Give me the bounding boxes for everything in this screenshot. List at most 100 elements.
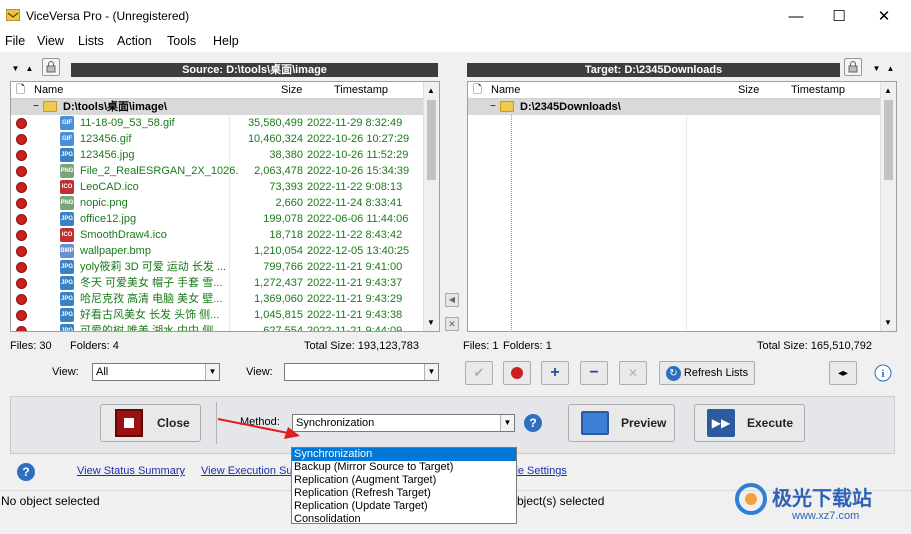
record-button[interactable] <box>503 361 531 385</box>
file-row[interactable]: BMP wallpaper.bmp 1,210,054 2022-12-05 13:4… <box>11 243 423 259</box>
profile-settings-link[interactable]: ile Settings <box>513 465 567 477</box>
close-button[interactable]: Close <box>100 404 201 442</box>
method-dropdown-list[interactable]: Synchronization Backup (Mirror Source to… <box>291 447 517 526</box>
file-row[interactable]: ICO SmoothDraw4.ico 18,718 2022-11-22 8:43:… <box>11 227 423 243</box>
scroll-up-icon[interactable]: ▲ <box>884 86 892 95</box>
collapse-down-icon[interactable]: ▼ <box>10 63 21 74</box>
source-lock-button[interactable] <box>42 58 60 76</box>
target-lock-button[interactable] <box>844 58 862 76</box>
file-row[interactable]: GIF 11-18-09_53_58.gif 35,580,499 2022-11-2… <box>11 115 423 131</box>
method-value: Synchronization <box>296 417 375 429</box>
collapse-up-icon[interactable]: ▲ <box>24 63 35 74</box>
method-option[interactable]: Synchronization <box>292 448 516 461</box>
scroll-thumb[interactable] <box>427 100 436 180</box>
file-timestamp: 2022-11-21 9:43:29 <box>307 293 403 305</box>
source-view-select[interactable]: All ▼ <box>92 363 220 381</box>
delete-button[interactable]: ✕ <box>619 361 647 385</box>
folder-icon <box>43 101 57 112</box>
source-file-list[interactable]: 🗋 Name Size Timestamp − D:\tools\桌面\imag… <box>10 81 440 332</box>
info-icon[interactable]: i <box>874 364 892 382</box>
refresh-lists-button[interactable]: ↻ Refresh Lists <box>659 361 755 385</box>
chevron-down-icon: ▼ <box>500 415 514 431</box>
file-row[interactable]: GIF 123456.gif 10,460,324 2022-10-26 10:27:… <box>11 131 423 147</box>
collapse-down-icon[interactable]: ▼ <box>871 63 882 74</box>
preview-button[interactable]: Preview <box>568 404 675 442</box>
target-scrollbar[interactable]: ▲ ▼ <box>880 82 896 331</box>
copy-left-icon[interactable]: ◀ <box>445 293 459 307</box>
page-icon: 🗋 <box>473 84 482 96</box>
method-select[interactable]: Synchronization ▼ <box>292 414 515 432</box>
remove-button[interactable]: − <box>580 361 608 385</box>
column-name[interactable]: Name <box>491 82 520 98</box>
method-option[interactable]: Replication (Refresh Target) <box>292 487 516 500</box>
view-execution-summary-link[interactable]: View Execution Sum <box>201 465 302 477</box>
menu-view[interactable]: View <box>37 34 64 48</box>
file-row[interactable]: JPG 冬天 可爱美女 帽子 手套 雪... 1,272,437 2022-11-21… <box>11 275 423 291</box>
watermark-logo-icon <box>735 483 767 515</box>
menu-tools[interactable]: Tools <box>167 34 196 48</box>
target-view-select[interactable]: ▼ <box>284 363 439 381</box>
collapse-tree-icon[interactable]: − <box>490 99 496 115</box>
file-size: 1,369,060 <box>254 293 303 305</box>
help-icon[interactable]: ? <box>17 463 35 481</box>
file-name: 123456.jpg <box>80 149 135 161</box>
file-name: SmoothDraw4.ico <box>80 229 167 241</box>
menu-lists[interactable]: Lists <box>78 34 104 48</box>
accept-button[interactable]: ✔ <box>465 361 493 385</box>
file-row[interactable]: JPG yoly筱莉 3D 可爱 运动 长发 ... 799,766 2022-11-… <box>11 259 423 275</box>
scroll-down-icon[interactable]: ▼ <box>884 318 892 327</box>
file-type-icon: GIF <box>60 116 74 130</box>
scroll-down-icon[interactable]: ▼ <box>427 318 435 327</box>
scroll-up-icon[interactable]: ▲ <box>427 86 435 95</box>
column-size[interactable]: Size <box>738 82 759 98</box>
column-size[interactable]: Size <box>281 82 302 98</box>
method-option[interactable]: Replication (Update Target) <box>292 500 516 513</box>
file-name: office12.jpg <box>80 213 137 225</box>
source-total-size: Total Size: 193,123,783 <box>304 340 419 352</box>
refresh-lists-label: Refresh Lists <box>683 367 749 379</box>
monitor-icon <box>581 411 609 435</box>
file-row[interactable]: ICO LeoCAD.ico 73,393 2022-11-22 9:08:13 <box>11 179 423 195</box>
source-scrollbar[interactable]: ▲ ▼ <box>423 82 439 331</box>
cancel-icon[interactable]: ✕ <box>445 317 459 331</box>
target-file-count: Files: 1 <box>463 340 499 352</box>
source-folder-row[interactable]: − D:\tools\桌面\image\ <box>11 99 423 115</box>
add-button[interactable]: + <box>541 361 569 385</box>
menu-help[interactable]: Help <box>213 34 239 48</box>
target-column-header: 🗋 Name Size Timestamp <box>468 82 880 99</box>
menu-file[interactable]: File <box>5 34 25 48</box>
method-option[interactable]: Backup (Mirror Source to Target) <box>292 461 516 474</box>
menu-action[interactable]: Action <box>117 34 152 48</box>
view-status-summary-link[interactable]: View Status Summary <box>77 465 185 477</box>
watermark-title: 极光下载站 <box>772 488 872 510</box>
column-name[interactable]: Name <box>34 82 63 98</box>
file-row[interactable]: JPG 可爱的树 唯美 湖水 中中 侧... 627,554 2022-11-21 9… <box>11 323 423 331</box>
status-dot-icon <box>16 182 27 193</box>
file-row[interactable]: JPG 123456.jpg 38,380 2022-10-26 11:52:29 <box>11 147 423 163</box>
file-row[interactable]: PNG nopic.png 2,660 2022-11-24 8:33:41 <box>11 195 423 211</box>
close-window-button[interactable]: ✕ <box>861 0 907 32</box>
status-dot-icon <box>16 262 27 273</box>
target-folder-row[interactable]: − D:\2345Downloads\ <box>468 99 880 115</box>
collapse-tree-icon[interactable]: − <box>33 99 39 115</box>
method-option[interactable]: Replication (Augment Target) <box>292 474 516 487</box>
file-name: nopic.png <box>80 197 128 209</box>
app-logo-icon <box>6 9 20 21</box>
maximize-button[interactable]: ☐ <box>816 0 862 32</box>
method-help-icon[interactable]: ? <box>524 414 542 432</box>
preview-label: Preview <box>621 416 667 430</box>
collapse-up-icon[interactable]: ▲ <box>885 63 896 74</box>
execute-button[interactable]: ▶▶ Execute <box>694 404 805 442</box>
column-timestamp[interactable]: Timestamp <box>791 82 845 98</box>
scroll-thumb[interactable] <box>884 100 893 180</box>
file-row[interactable]: JPG office12.jpg 199,078 2022-06-06 11:44:0… <box>11 211 423 227</box>
status-dot-icon <box>16 294 27 305</box>
swap-panes-button[interactable]: ◂▸ <box>829 361 857 385</box>
method-option[interactable]: Consolidation <box>292 513 516 526</box>
file-row[interactable]: JPG 好看古风美女 长发 头饰 侧... 1,045,815 2022-11-21 … <box>11 307 423 323</box>
column-timestamp[interactable]: Timestamp <box>334 82 388 98</box>
minimize-button[interactable]: — <box>773 0 819 32</box>
file-row[interactable]: JPG 哈尼克孜 高清 电脑 美女 壁... 1,369,060 2022-11-21… <box>11 291 423 307</box>
target-file-list[interactable]: 🗋 Name Size Timestamp − D:\2345Downloads… <box>467 81 897 332</box>
file-row[interactable]: PNG File_2_RealESRGAN_2X_1026... 2,063,478… <box>11 163 423 179</box>
